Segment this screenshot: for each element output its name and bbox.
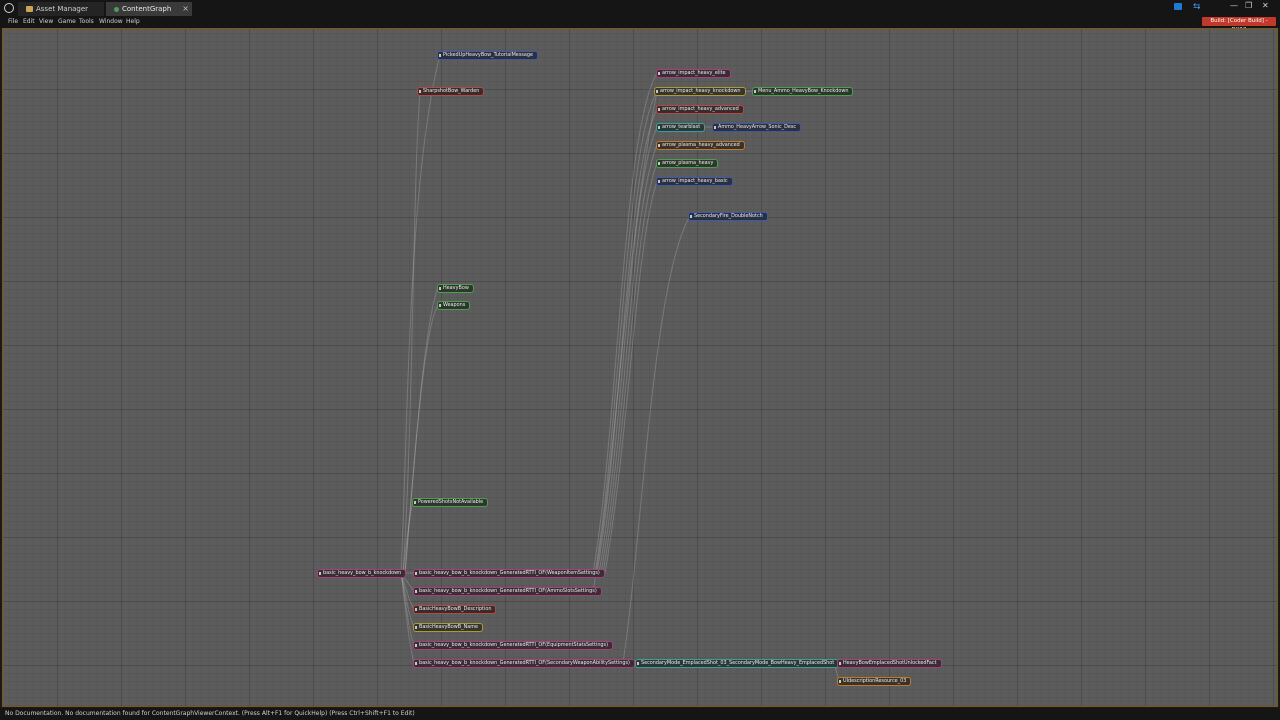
menu-game[interactable]: Game [58, 17, 76, 27]
graph-node[interactable]: Ammo_HeavyArrow_Sonic_Desc [713, 124, 801, 131]
share-icon[interactable]: ⇆ [1193, 2, 1201, 12]
graph-node[interactable]: SharpshotBow_Warden [418, 88, 484, 95]
graph-node[interactable]: basic_heavy_bow_b_knockdown_GeneratedRTT… [414, 642, 612, 649]
graph-node[interactable]: Weapons [438, 302, 470, 309]
menu-tools[interactable]: Tools [79, 17, 94, 27]
menu-edit[interactable]: Edit [23, 17, 35, 27]
graph-node[interactable]: Menu_Ammo_HeavyBow_Knockdown [753, 88, 853, 95]
graph-node[interactable]: arrow_impact_heavy_advanced [657, 106, 743, 113]
graph-node[interactable]: arrow_impact_heavy_elite [657, 70, 730, 77]
menu-bar: File Edit View Game Tools Window Help [0, 16, 1280, 28]
tab-contentgraph[interactable]: ContentGraph × [106, 2, 192, 16]
menu-view[interactable]: View [39, 17, 53, 27]
graph-node[interactable]: BasicHeavyBowB_Name [414, 624, 482, 631]
graph-node[interactable]: PickedUpHeavyBow_TutorialMessage [438, 52, 538, 59]
graph-node[interactable]: arrow_impact_heavy_knockdown [655, 88, 745, 95]
graph-icon [114, 7, 119, 12]
graph-node[interactable]: basic_heavy_bow_b_knockdown_GeneratedRTT… [414, 570, 604, 577]
graph-node[interactable]: SecondaryMode_EmplacedShot_03_SecondaryM… [636, 660, 839, 667]
graph-node[interactable]: arrow_tearblast [657, 124, 705, 131]
menu-file[interactable]: File [8, 17, 18, 27]
build-badge: Build: [Coder Build] - DX12 [1202, 17, 1276, 33]
title-bar: Asset Manager ContentGraph × ⇆ — ❐ ✕ [0, 0, 1280, 16]
graph-node[interactable]: basic_heavy_bow_b_knockdown_GeneratedRTT… [414, 660, 634, 667]
minimize-button[interactable]: — [1230, 1, 1238, 10]
content-graph-canvas[interactable]: PickedUpHeavyBow_TutorialMessage Sharpsh… [2, 28, 1278, 707]
graph-node[interactable]: SecondaryFire_DoubleNotch [689, 213, 767, 220]
tab-contentgraph-label: ContentGraph [122, 5, 172, 13]
status-bar: No Documentation. No documentation found… [0, 708, 1280, 720]
graph-node[interactable]: PoweredShotsNotAvailable [413, 499, 488, 506]
chat-icon[interactable] [1174, 3, 1182, 10]
graph-node[interactable]: UIdescriptionResource_03 [838, 678, 911, 685]
graph-node[interactable]: HeavyBow [438, 285, 473, 292]
menu-window[interactable]: Window [99, 17, 123, 27]
graph-node[interactable]: arrow_plasma_heavy_advanced [657, 142, 744, 149]
restore-button[interactable]: ❐ [1245, 1, 1252, 10]
close-window-button[interactable]: ✕ [1262, 1, 1269, 10]
graph-node[interactable]: arrow_plasma_heavy [657, 160, 718, 167]
graph-node-root[interactable]: basic_heavy_bow_b_knockdown [318, 570, 406, 577]
graph-node[interactable]: HeavyBowEmplacedShotUnlockedFact [838, 660, 941, 667]
menu-help[interactable]: Help [126, 17, 140, 27]
graph-links [400, 54, 840, 682]
graph-node[interactable]: basic_heavy_bow_b_knockdown_GeneratedRTT… [414, 588, 601, 595]
graph-node[interactable]: BasicHeavyBowB_Description [414, 606, 496, 613]
folder-icon [26, 6, 33, 12]
tab-asset-manager-label: Asset Manager [36, 5, 89, 13]
app-logo-icon [4, 3, 14, 13]
close-tab-icon[interactable]: × [182, 2, 189, 16]
tab-asset-manager[interactable]: Asset Manager [18, 2, 104, 16]
graph-node[interactable]: arrow_impact_heavy_basic [657, 178, 732, 185]
